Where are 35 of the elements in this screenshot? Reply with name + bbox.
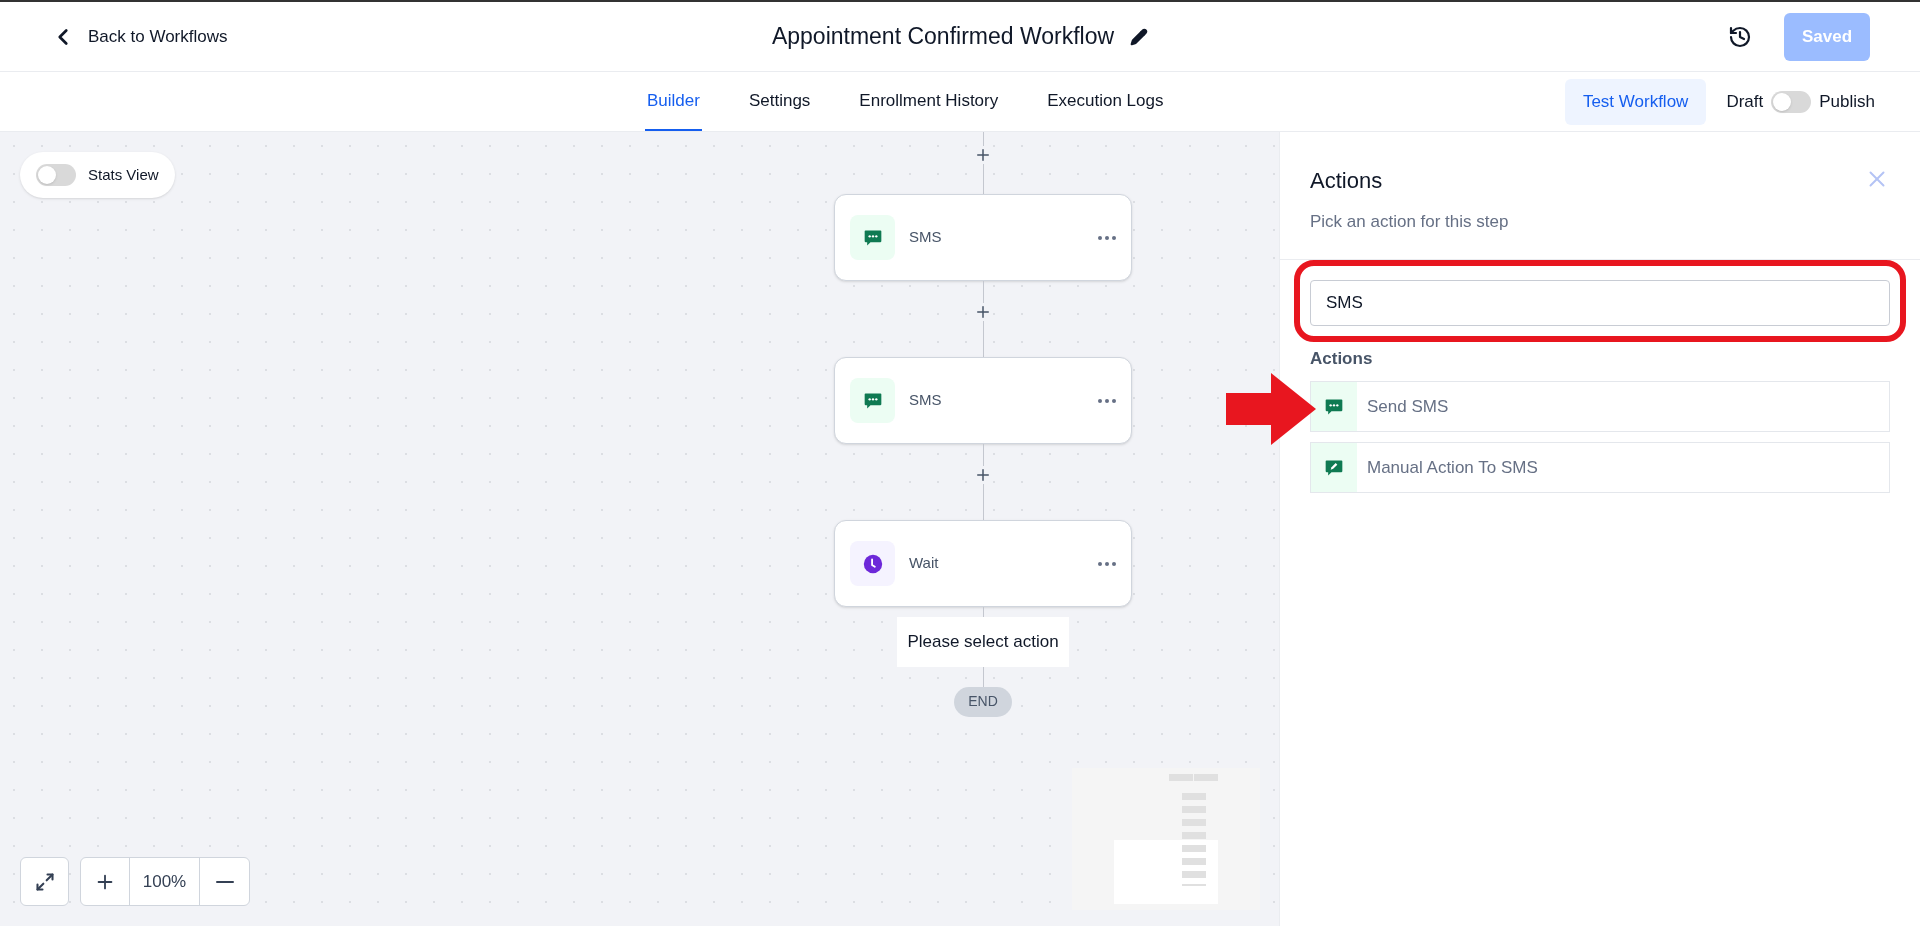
publish-label: Publish <box>1819 90 1875 113</box>
add-step-icon[interactable] <box>974 466 992 484</box>
draft-label: Draft <box>1726 90 1764 113</box>
tab[interactable]: Enrollment History <box>857 72 1001 131</box>
back-link[interactable]: Back to Workflows <box>50 23 228 50</box>
history-icon[interactable] <box>1728 24 1752 49</box>
node-label: Wait <box>909 553 939 574</box>
panel-subtitle: Pick an action for this step <box>1310 211 1509 233</box>
node-label: SMS <box>909 390 942 411</box>
panel-title: Actions <box>1310 167 1384 195</box>
stats-view-label: Stats View <box>88 164 159 185</box>
minus-icon <box>215 880 234 883</box>
expand-icon <box>34 871 55 892</box>
action-item[interactable]: Send SMS <box>1310 381 1890 432</box>
action-item[interactable]: Manual Action To SMS <box>1310 442 1890 493</box>
section-label: Actions <box>1310 347 1374 370</box>
workflow-node[interactable]: Wait <box>834 520 1132 607</box>
edit-icon[interactable] <box>1130 27 1149 46</box>
search-field[interactable]: SMS <box>1310 279 1890 326</box>
workflow-node[interactable]: SMS <box>834 194 1132 281</box>
tab[interactable]: Settings <box>746 72 813 131</box>
fit-view-button[interactable] <box>20 857 69 906</box>
workflow-title: Appointment Confirmed Workflow <box>771 22 1115 52</box>
publish-toggle[interactable] <box>1771 90 1812 113</box>
clock-icon <box>861 552 884 575</box>
tab[interactable]: Execution Logs <box>1045 72 1166 131</box>
stats-view-toggle[interactable] <box>36 164 76 186</box>
test-workflow-button[interactable]: Test Workflow <box>1564 78 1707 125</box>
hint-label: Please select action <box>897 617 1069 667</box>
add-step-icon[interactable] <box>974 303 992 321</box>
end-marker: END <box>954 686 1012 717</box>
node-label: SMS <box>909 227 942 248</box>
zoom-level: 100% <box>130 858 200 905</box>
workflow-node[interactable]: SMS <box>834 357 1132 444</box>
add-step-icon[interactable] <box>974 146 992 164</box>
